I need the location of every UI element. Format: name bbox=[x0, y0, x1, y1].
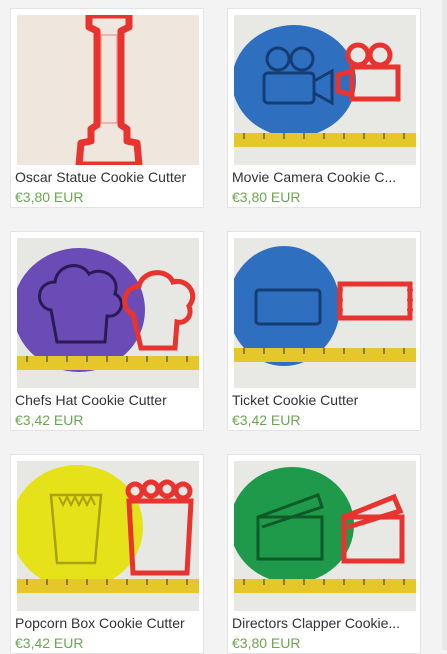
product-title[interactable]: Ticket Cookie Cutter bbox=[232, 392, 418, 408]
product-title[interactable]: Directors Clapper Cookie... bbox=[232, 615, 418, 631]
product-card-ticket[interactable]: Ticket Cookie Cutter €3,42 EUR bbox=[227, 231, 421, 431]
movie-camera-cookie-cutter-image[interactable] bbox=[234, 15, 416, 165]
scrollbar-track[interactable] bbox=[442, 0, 447, 650]
ticket-cookie-cutter-image[interactable] bbox=[234, 238, 416, 388]
oscar-statue-cookie-cutter-image[interactable] bbox=[17, 15, 199, 165]
product-card-chefs-hat[interactable]: Chefs Hat Cookie Cutter €3,42 EUR bbox=[10, 231, 204, 431]
chefs-hat-cookie-cutter-image[interactable] bbox=[17, 238, 199, 388]
product-card-movie-camera[interactable]: Movie Camera Cookie C... €3,80 EUR bbox=[227, 8, 421, 208]
product-price: €3,42 EUR bbox=[15, 635, 84, 651]
product-price: €3,42 EUR bbox=[232, 412, 301, 428]
product-price: €3,42 EUR bbox=[15, 412, 84, 428]
product-title[interactable]: Oscar Statue Cookie Cutter bbox=[15, 169, 201, 185]
product-price: €3,80 EUR bbox=[15, 189, 84, 205]
product-card-directors-clapper[interactable]: Directors Clapper Cookie... €3,80 EUR bbox=[227, 454, 421, 654]
product-grid: Oscar Statue Cookie Cutter €3,80 EUR Mov… bbox=[0, 0, 447, 654]
product-price: €3,80 EUR bbox=[232, 635, 301, 651]
product-price: €3,80 EUR bbox=[232, 189, 301, 205]
product-card-oscar-statue[interactable]: Oscar Statue Cookie Cutter €3,80 EUR bbox=[10, 8, 204, 208]
product-card-popcorn-box[interactable]: Popcorn Box Cookie Cutter €3,42 EUR bbox=[10, 454, 204, 654]
product-title[interactable]: Chefs Hat Cookie Cutter bbox=[15, 392, 201, 408]
popcorn-box-cookie-cutter-image[interactable] bbox=[17, 461, 199, 611]
product-title[interactable]: Popcorn Box Cookie Cutter bbox=[15, 615, 201, 631]
product-title[interactable]: Movie Camera Cookie C... bbox=[232, 169, 418, 185]
directors-clapper-cookie-cutter-image[interactable] bbox=[234, 461, 416, 611]
